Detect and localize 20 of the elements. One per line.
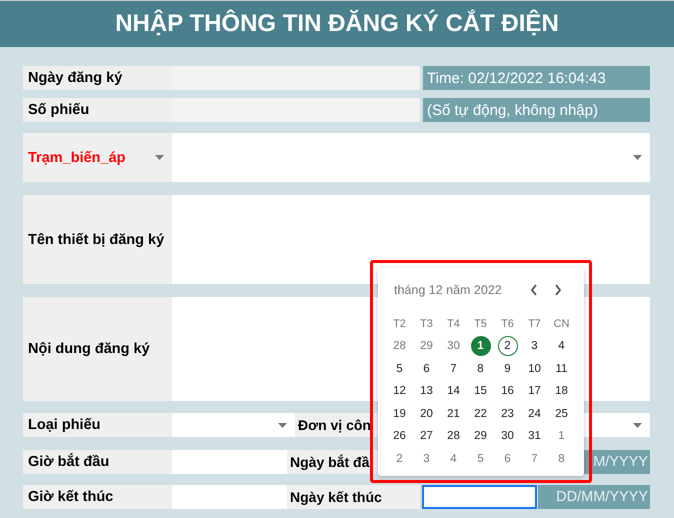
month-title: tháng 12 năm 2022 [393, 283, 503, 297]
date-format-hint: DD/MM/YYYY [538, 485, 650, 509]
info-note: (Số tự động, không nhập) [423, 98, 650, 122]
weekday-label: T7 [527, 317, 542, 332]
field-label: Ngày đăng ký [23, 66, 172, 90]
field-label: Nội dung đăng ký [23, 297, 172, 401]
field-label: Giờ kết thúc [23, 485, 172, 509]
weekday-label: T3 [419, 317, 434, 332]
weekday-label: CN [552, 317, 570, 332]
field-label: Loại phiếu [23, 413, 172, 437]
weekday-label: T6 [500, 317, 515, 332]
form-title: NHẬP THÔNG TIN ĐĂNG KÝ CẮT ĐIỆN [115, 10, 559, 38]
weekday-label: T4 [446, 317, 461, 332]
field-label: Giờ bắt đầu [23, 450, 172, 474]
field-label: Số phiếu [23, 98, 172, 122]
field-label: Tên thiết bị đăng ký [23, 195, 172, 284]
field-label: Ngày kết thúc [287, 485, 420, 509]
info-note: Time: 02/12/2022 16:04:43 [423, 66, 650, 90]
weekday-label: T5 [473, 317, 488, 332]
weekday-label: T2 [392, 317, 407, 332]
